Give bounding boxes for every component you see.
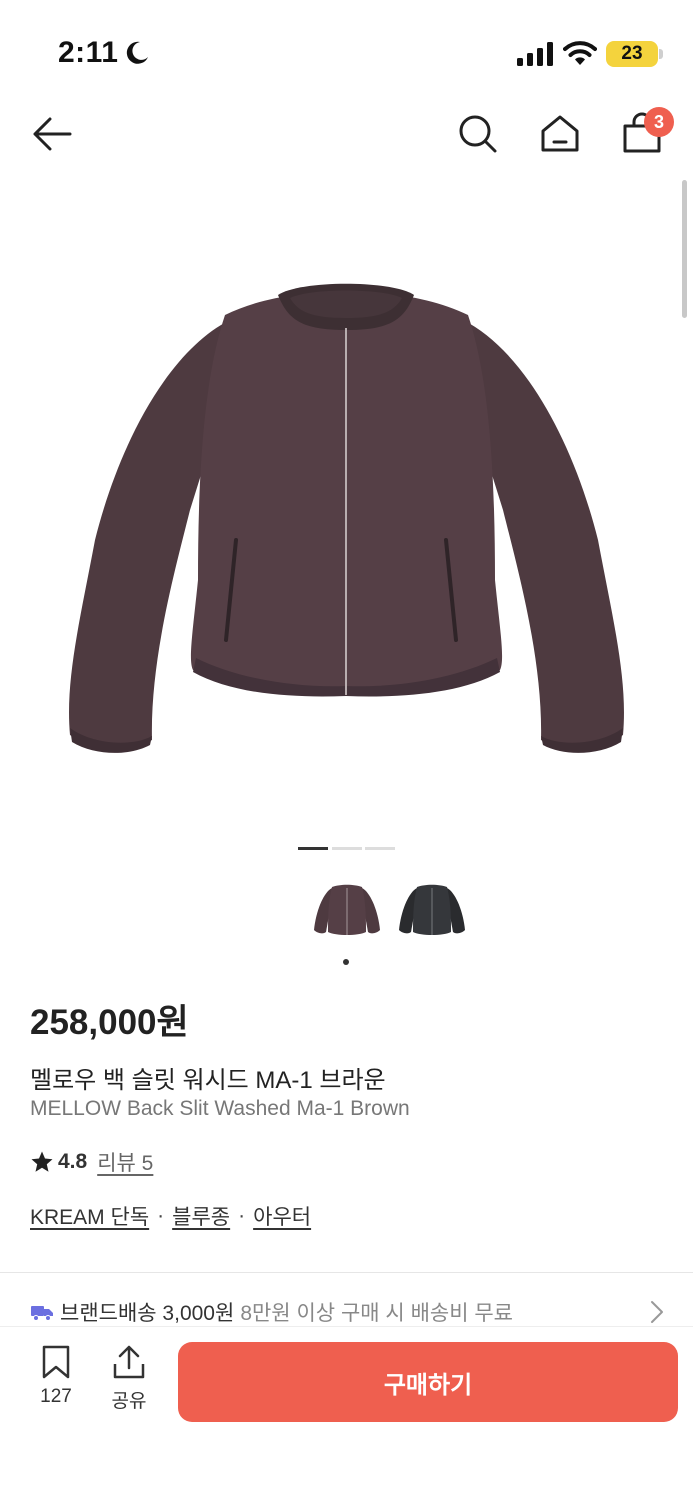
product-price: 258,000원 bbox=[30, 1003, 189, 1042]
bookmark-count: 127 bbox=[40, 1386, 72, 1407]
review-link[interactable]: 리뷰 5 bbox=[97, 1147, 153, 1177]
status-bar: 2:11 23 bbox=[0, 0, 693, 100]
thumb-selected-dot bbox=[343, 959, 349, 965]
battery-tail bbox=[659, 49, 663, 59]
tag-separator: · bbox=[157, 1204, 165, 1227]
share-label: 공유 bbox=[111, 1391, 147, 1412]
star-icon bbox=[31, 1151, 53, 1172]
back-arrow-icon[interactable] bbox=[30, 112, 74, 156]
pager-dot-1 bbox=[298, 847, 328, 850]
top-nav bbox=[0, 100, 693, 170]
product-name-en: MELLOW Back Slit Washed Ma-1 Brown bbox=[30, 1097, 410, 1120]
jacket-image bbox=[69, 283, 624, 753]
divider bbox=[0, 1272, 693, 1273]
shipping-info[interactable]: 브랜드배송 3,000원 8만원 이상 구매 시 배송비 무료 bbox=[30, 1296, 670, 1328]
search-icon[interactable] bbox=[456, 112, 500, 156]
truck-icon bbox=[31, 1306, 53, 1321]
home-icon[interactable] bbox=[538, 112, 582, 156]
pager-dot-2 bbox=[332, 847, 362, 850]
cart-count-badge: 3 bbox=[644, 107, 674, 137]
buy-button[interactable]: 구매하기 bbox=[178, 1342, 678, 1422]
tag-list: KREAM 단독 · 블루종 · 아우터 bbox=[30, 1201, 311, 1231]
bookmark-button[interactable]: 127 bbox=[34, 1344, 78, 1414]
share-button[interactable]: 공유 bbox=[106, 1344, 152, 1414]
scroll-indicator bbox=[682, 180, 687, 318]
product-image[interactable] bbox=[0, 180, 693, 820]
shipping-desc: 8만원 이상 구매 시 배송비 무료 bbox=[240, 1302, 514, 1325]
bookmark-icon bbox=[42, 1345, 70, 1379]
wifi-icon bbox=[563, 41, 597, 65]
tag-kream-exclusive[interactable]: KREAM 단독 bbox=[30, 1201, 149, 1231]
moon-icon bbox=[126, 41, 148, 64]
thumb-black[interactable] bbox=[395, 880, 469, 944]
status-time: 2:11 bbox=[58, 36, 119, 69]
chevron-right-icon[interactable] bbox=[648, 1299, 666, 1325]
thumb-brown[interactable] bbox=[310, 880, 384, 944]
rating-value: 4.8 bbox=[58, 1150, 88, 1173]
battery-level: 23 bbox=[621, 43, 643, 64]
product-name-ko: 멜로우 백 슬릿 워시드 MA-1 브라운 bbox=[30, 1067, 386, 1094]
signal-icon bbox=[517, 42, 553, 66]
tag-outer[interactable]: 아우터 bbox=[253, 1201, 311, 1231]
pager-dot-3 bbox=[365, 847, 395, 850]
tag-blouson[interactable]: 블루종 bbox=[172, 1201, 230, 1231]
color-thumbnails bbox=[0, 880, 693, 950]
rating-row: 4.8 리뷰 5 bbox=[30, 1148, 153, 1176]
share-icon bbox=[113, 1345, 145, 1379]
image-pager bbox=[298, 847, 396, 851]
shipping-label: 브랜드배송 3,000원 bbox=[60, 1302, 235, 1325]
tag-separator: · bbox=[238, 1204, 246, 1227]
